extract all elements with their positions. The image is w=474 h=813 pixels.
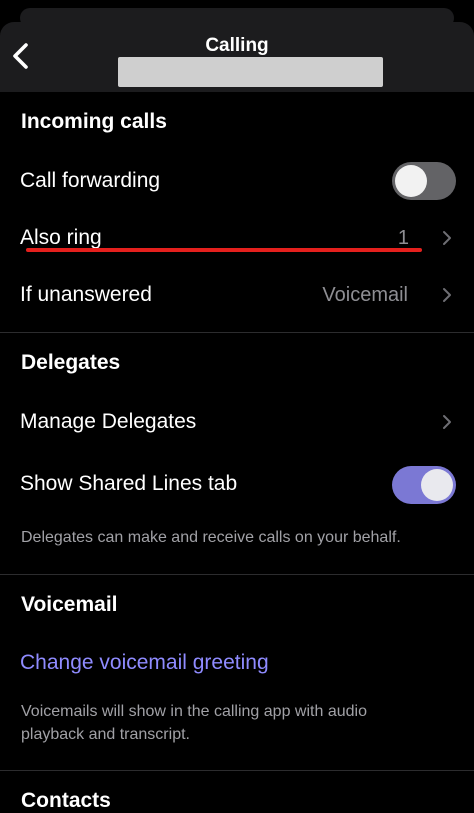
- change-voicemail-greeting-link[interactable]: Change voicemail greeting: [20, 651, 269, 675]
- voicemail-note-line1: Voicemails will show in the calling app …: [21, 703, 367, 720]
- shared-lines-label: Show Shared Lines tab: [20, 472, 238, 495]
- manage-delegates-label[interactable]: Manage Delegates: [20, 410, 196, 434]
- redacted-subtitle: [118, 57, 383, 87]
- section-divider: [0, 332, 474, 333]
- chevron-right-icon[interactable]: [442, 287, 452, 303]
- if-unanswered-label[interactable]: If unanswered: [20, 283, 152, 307]
- chevron-right-icon[interactable]: [442, 414, 452, 430]
- section-title-contacts: Contacts: [21, 789, 111, 812]
- section-title-incoming-calls: Incoming calls: [21, 110, 167, 133]
- shared-lines-toggle[interactable]: [392, 466, 456, 504]
- section-title-delegates: Delegates: [21, 351, 121, 374]
- toggle-knob: [395, 165, 427, 197]
- delegates-note: Delegates can make and receive calls on …: [21, 529, 401, 546]
- chevron-right-icon[interactable]: [442, 230, 452, 246]
- page-title: Calling: [205, 35, 269, 56]
- call-forwarding-label: Call forwarding: [20, 169, 161, 192]
- section-divider: [0, 770, 474, 771]
- call-forwarding-toggle[interactable]: [392, 162, 456, 200]
- if-unanswered-value: Voicemail: [322, 284, 408, 306]
- also-ring-value: 1: [397, 227, 409, 249]
- also-ring-label[interactable]: Also ring: [20, 226, 102, 250]
- annotation-underline: [26, 248, 422, 252]
- section-title-voicemail: Voicemail: [21, 593, 118, 616]
- section-divider: [0, 574, 474, 575]
- voicemail-note-line2: playback and transcript.: [21, 726, 190, 743]
- toggle-knob: [421, 469, 453, 501]
